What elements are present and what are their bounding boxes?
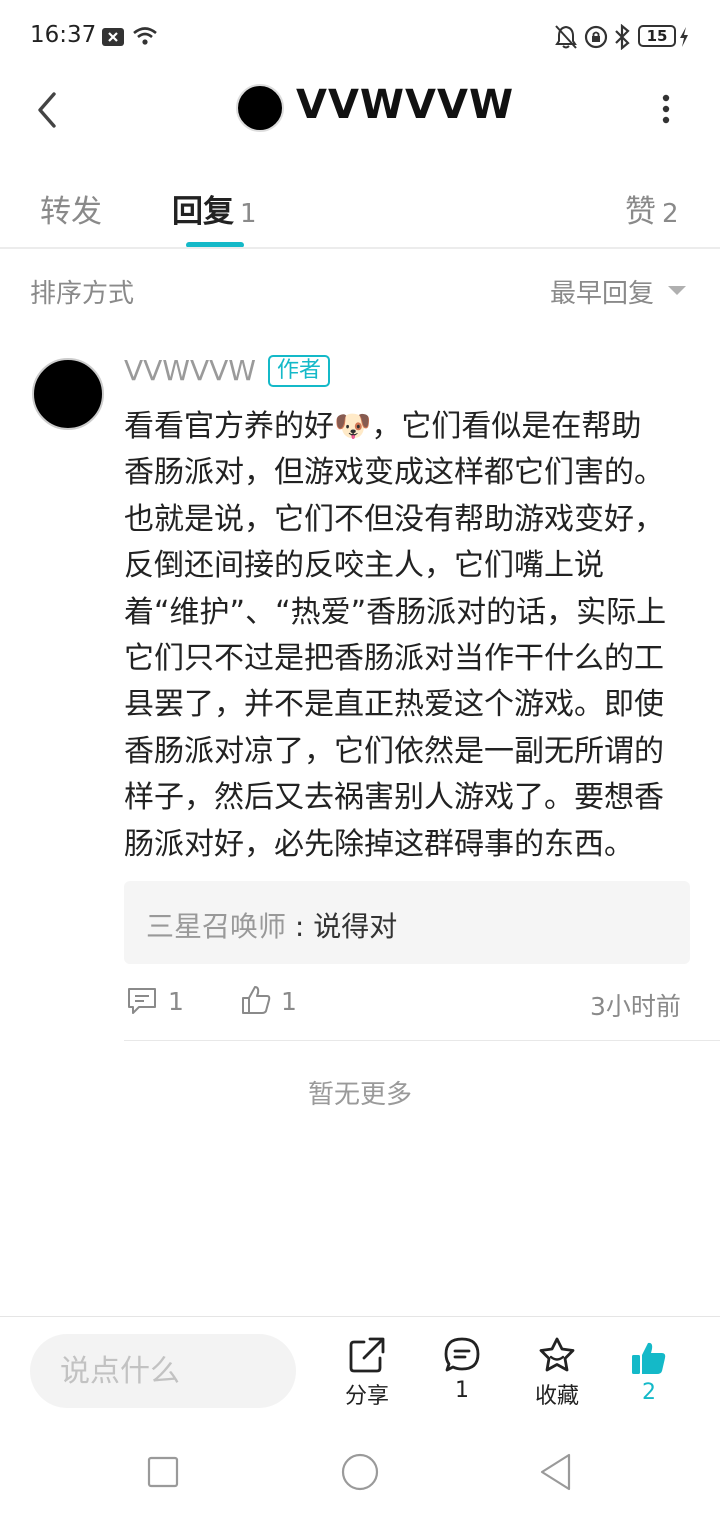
comment-input[interactable] — [30, 1334, 296, 1408]
bottom-bar-divider — [0, 1316, 720, 1317]
tab-reply-count: 1 — [240, 199, 257, 229]
comment-reply-count: 1 — [168, 987, 184, 1016]
share-button[interactable]: 分享 — [332, 1336, 402, 1410]
recents-square-icon[interactable] — [147, 1456, 179, 1488]
sort-dropdown[interactable]: 最早回复 — [550, 273, 654, 310]
tab-forward-label: 转发 — [40, 194, 102, 230]
comment-text-part1: 看看官方养的好 — [124, 409, 334, 444]
thumbs-up-filled-icon — [632, 1342, 666, 1374]
notification-x-icon — [102, 28, 124, 46]
shiba-emoji-icon: 🐶 — [334, 409, 372, 444]
tab-like-count: 2 — [662, 199, 679, 229]
like-count-label: 2 — [642, 1380, 656, 1405]
charging-icon — [680, 27, 688, 47]
tab-reply[interactable]: 回复 1 — [172, 186, 257, 231]
quoted-reply-author[interactable]: 三星召唤师 — [146, 910, 286, 943]
thumbs-up-icon[interactable] — [240, 984, 272, 1016]
tab-forward[interactable]: 转发 — [40, 186, 102, 231]
comment-text-part2: ，它们看似是在帮助 香肠派对，但游戏变成这样都它们害的。 也就是说，它们不但没有… — [124, 409, 667, 862]
comment-icon[interactable] — [126, 986, 158, 1016]
comment-divider — [124, 1040, 720, 1041]
favorite-label: 收藏 — [534, 1384, 579, 1409]
comment-author[interactable]: VVWVVW — [124, 354, 256, 387]
favorite-button[interactable]: 收藏 — [522, 1336, 592, 1410]
header-avatar[interactable] — [236, 84, 284, 132]
share-icon — [349, 1337, 385, 1373]
tab-like-label: 赞 — [625, 194, 656, 230]
author-badge: 作者 — [268, 355, 331, 387]
quoted-reply-line: 三星召唤师 : 说得对 — [146, 905, 397, 945]
battery-icon: 15 — [638, 25, 676, 47]
comment-count-label: 1 — [455, 1378, 469, 1403]
comment-like-count: 1 — [281, 987, 297, 1016]
tab-reply-label: 回复 — [172, 194, 234, 230]
status-time: 16:37 — [30, 22, 97, 48]
tab-divider — [0, 247, 720, 249]
comment-avatar[interactable] — [32, 358, 104, 430]
share-label: 分享 — [344, 1384, 389, 1409]
star-icon — [539, 1337, 575, 1372]
comment-timestamp: 3小时前 — [590, 992, 681, 1021]
quoted-reply-text: 说得对 — [313, 910, 398, 943]
home-circle-icon[interactable] — [340, 1452, 380, 1492]
like-button[interactable]: 2 — [614, 1340, 684, 1405]
tab-like[interactable]: 赞2 — [625, 186, 679, 231]
lock-rotation-icon — [584, 25, 608, 49]
bluetooth-icon — [615, 24, 630, 50]
quoted-reply-separator: : — [286, 910, 314, 943]
no-more-text: 暂无更多 — [307, 1080, 412, 1110]
page-title: VVWVVW — [296, 82, 515, 128]
wifi-icon — [133, 27, 157, 45]
more-vertical-icon[interactable] — [652, 90, 680, 130]
back-button[interactable] — [28, 88, 68, 132]
back-triangle-icon[interactable] — [538, 1452, 574, 1492]
mute-bell-icon — [555, 25, 577, 49]
comment-body: 看看官方养的好🐶，它们看似是在帮助 香肠派对，但游戏变成这样都它们害的。 也就是… — [124, 404, 694, 868]
sort-label: 排序方式 — [30, 279, 135, 309]
caret-down-icon[interactable] — [668, 286, 686, 295]
comment-button[interactable]: 1 — [427, 1336, 497, 1403]
chat-bubble-icon — [444, 1337, 480, 1372]
quoted-reply[interactable]: 三星召唤师 : 说得对 — [124, 881, 690, 964]
